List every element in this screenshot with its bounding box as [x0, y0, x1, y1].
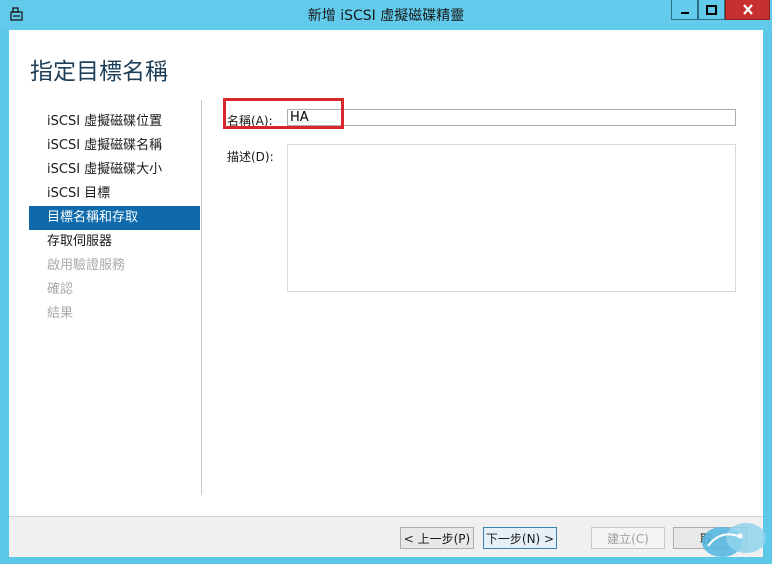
nav-item-enable-auth: 啟用驗證服務 [47, 258, 126, 273]
wizard-client-area: 指定目標名稱 iSCSI 虛擬磁碟位置 iSCSI 虛擬磁碟名稱 iSCSI 虛… [9, 30, 763, 557]
nav-item-disk-location[interactable]: iSCSI 虛擬磁碟位置 [29, 110, 200, 134]
wizard-nav: iSCSI 虛擬磁碟位置 iSCSI 虛擬磁碟名稱 iSCSI 虛擬磁碟大小 i… [29, 110, 200, 326]
page-title: 指定目標名稱 [30, 59, 168, 85]
create-button: 建立(C) [591, 527, 665, 549]
close-button[interactable] [725, 0, 770, 20]
window-title: 新增 iSCSI 虛擬磁碟精靈 [307, 8, 465, 24]
nav-item-target-name-access[interactable]: 目標名稱和存取 [29, 206, 200, 230]
nav-item-confirmation: 確認 [47, 282, 74, 297]
maximize-icon [706, 4, 717, 15]
nav-item-access-servers[interactable]: 存取伺服器 [29, 230, 200, 254]
wizard-footer: < 上一步(P) 下一步(N) > 建立(C) 取 [9, 516, 763, 557]
nav-item-disk-size[interactable]: iSCSI 虛擬磁碟大小 [29, 158, 200, 182]
name-input[interactable] [287, 109, 736, 126]
previous-button[interactable]: < 上一步(P) [400, 527, 474, 549]
nav-item-iscsi-target[interactable]: iSCSI 目標 [29, 182, 200, 206]
highlight-annotation [223, 98, 344, 129]
nav-divider [201, 100, 202, 495]
description-textarea[interactable] [287, 144, 736, 292]
maximize-button[interactable] [698, 0, 725, 20]
close-icon [742, 4, 753, 15]
nav-item-disk-name[interactable]: iSCSI 虛擬磁碟名稱 [29, 134, 200, 158]
ithome-watermark-logo [702, 523, 766, 557]
nav-item-results: 結果 [47, 306, 74, 321]
description-label: 描述(D): [227, 150, 274, 164]
minimize-button[interactable] [671, 0, 698, 20]
minimize-icon [680, 11, 689, 14]
title-bar: 新增 iSCSI 虛擬磁碟精靈 [0, 0, 772, 30]
next-button[interactable]: 下一步(N) > [483, 527, 557, 549]
